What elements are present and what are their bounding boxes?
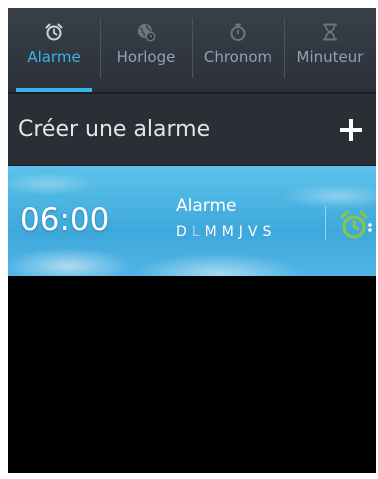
active-tab-indicator xyxy=(16,88,92,92)
tab-label-chronometre: Chronom xyxy=(203,48,273,66)
tab-horloge[interactable]: Horloge xyxy=(100,8,192,92)
stopwatch-icon xyxy=(230,23,246,41)
alarm-list-item[interactable]: 06:00 Alarme D L M M J V S xyxy=(8,166,376,276)
alarm-time: 06:00 xyxy=(20,202,110,238)
plus-icon[interactable] xyxy=(340,118,362,141)
day-thursday: J xyxy=(238,224,243,240)
day-monday: L xyxy=(191,224,200,240)
tab-label-horloge: Horloge xyxy=(116,48,176,66)
world-clock-icon xyxy=(138,24,156,42)
card-divider xyxy=(325,206,326,240)
create-alarm-label: Créer une alarme xyxy=(18,117,211,142)
day-sunday: D xyxy=(176,224,187,240)
tab-bar: Alarme Horloge Chronom Minuteur xyxy=(8,8,376,94)
alarm-repeat-days: D L M M J V S xyxy=(176,224,271,240)
phone-screen: Alarme Horloge Chronom Minuteur Créer un… xyxy=(8,8,376,473)
day-saturday: S xyxy=(262,224,272,240)
alarm-name: Alarme xyxy=(176,196,237,216)
create-alarm-row[interactable]: Créer une alarme xyxy=(8,94,376,166)
tab-label-minuteur: Minuteur xyxy=(296,48,364,66)
tab-label-alarme: Alarme xyxy=(27,48,81,66)
hourglass-icon xyxy=(323,23,337,41)
tab-alarme[interactable]: Alarme xyxy=(8,8,100,92)
alarm-on-icon[interactable] xyxy=(338,208,372,242)
day-wednesday: M xyxy=(221,224,234,240)
day-tuesday: M xyxy=(204,224,217,240)
alarm-clock-icon xyxy=(45,23,63,41)
tab-minuteur[interactable]: Minuteur xyxy=(284,8,376,92)
day-friday: V xyxy=(247,224,258,240)
tab-chronometre[interactable]: Chronom xyxy=(192,8,284,92)
